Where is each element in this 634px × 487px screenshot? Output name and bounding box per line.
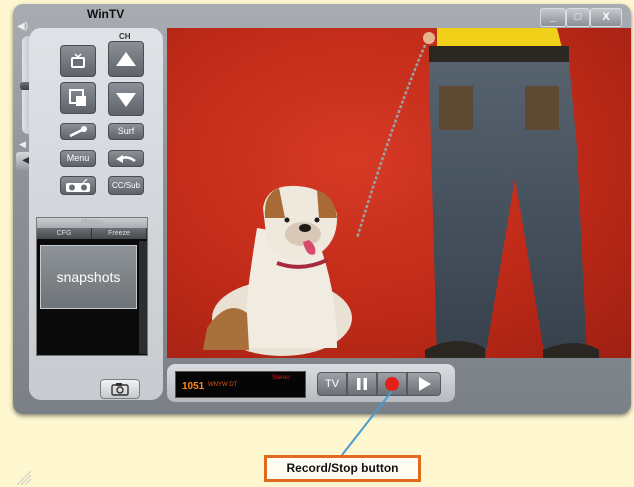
- callout-leader-line: [341, 390, 393, 456]
- callout-label: Record/Stop button: [264, 455, 421, 482]
